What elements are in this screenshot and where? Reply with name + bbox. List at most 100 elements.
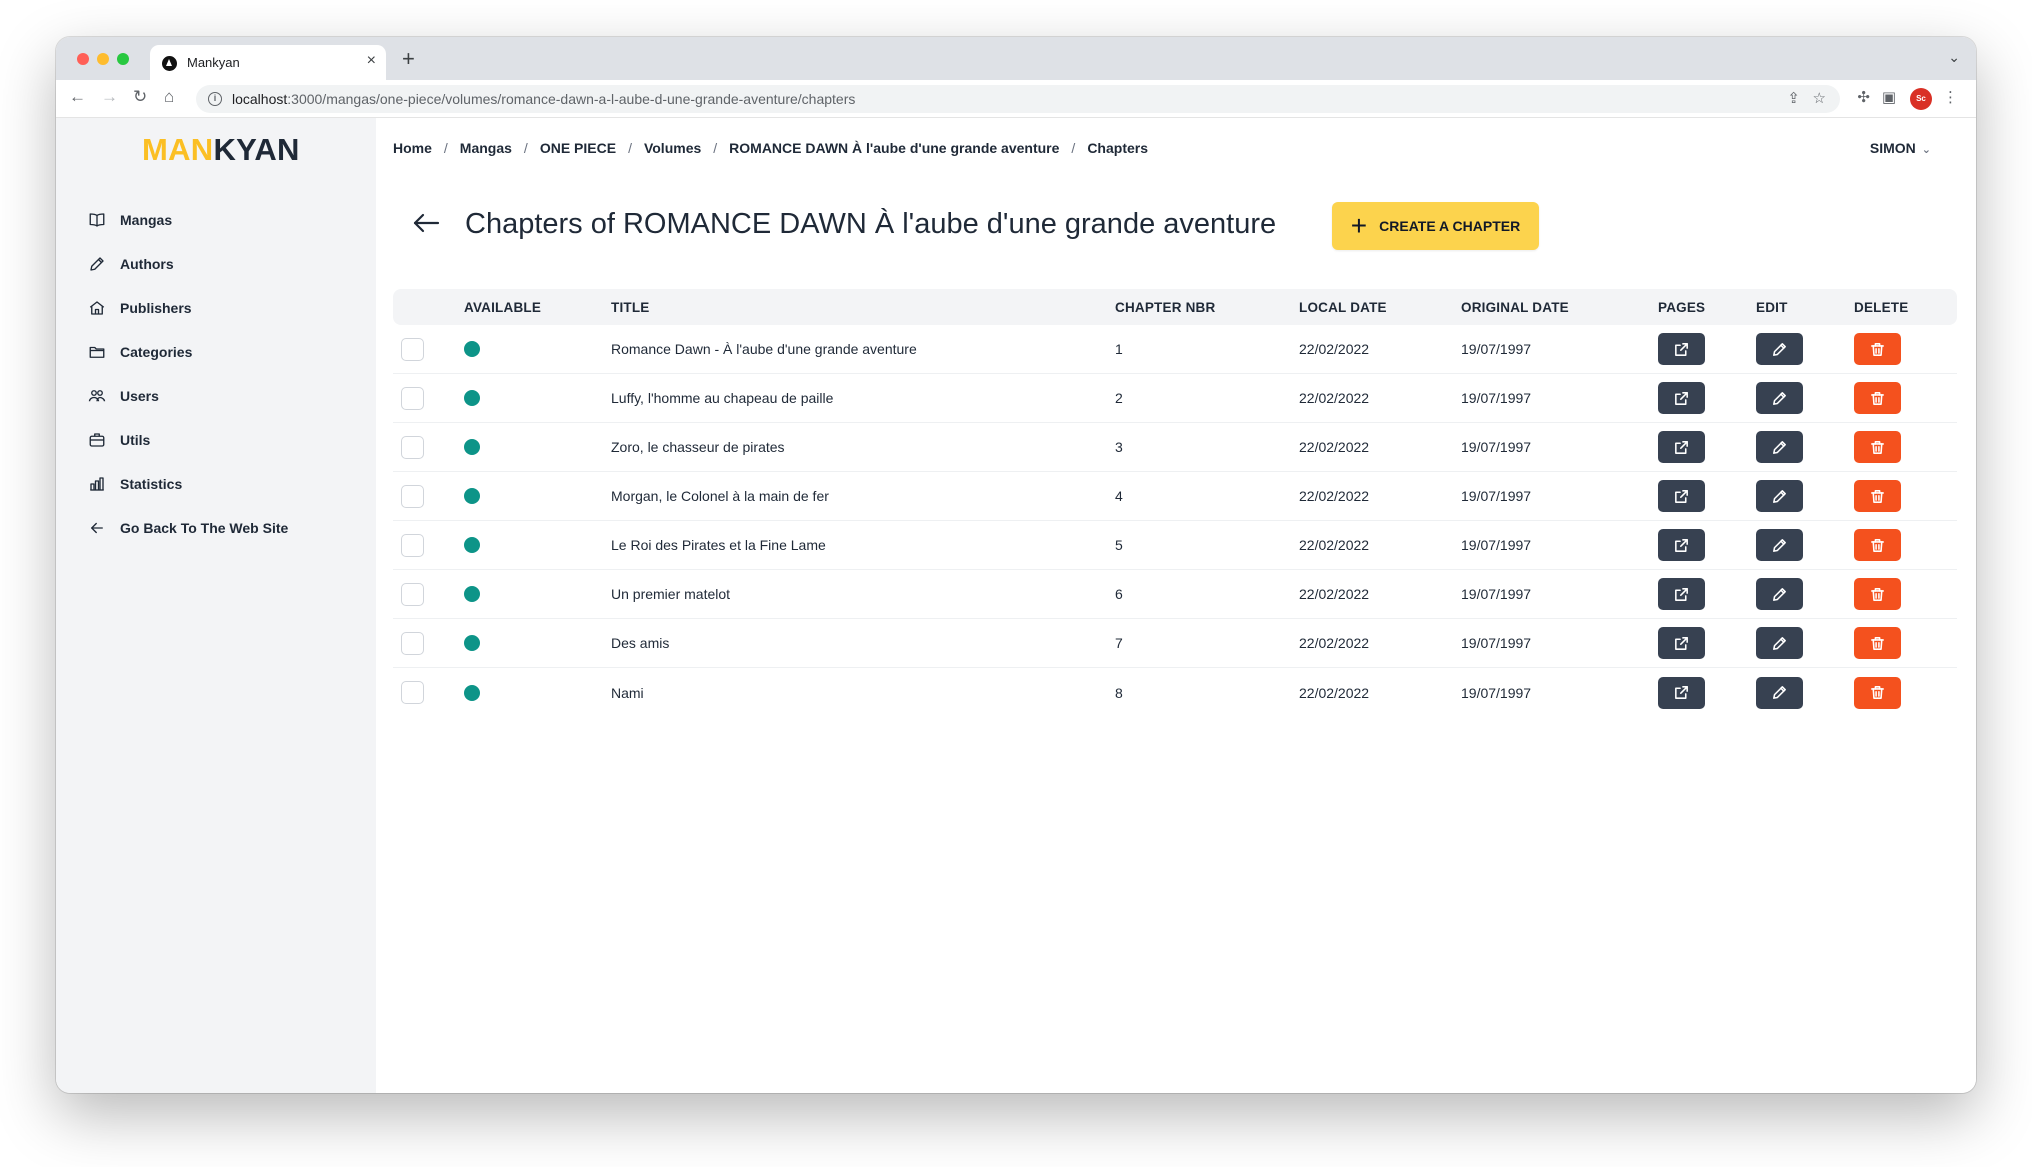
sidebar-item-categories[interactable]: Categories bbox=[88, 330, 348, 374]
users-icon bbox=[88, 390, 106, 402]
user-menu[interactable]: SIMON ⌄ bbox=[1870, 140, 1931, 156]
breadcrumb-home[interactable]: Home bbox=[393, 140, 432, 156]
sidebar-item-utils[interactable]: Utils bbox=[88, 418, 348, 462]
trash-icon bbox=[1871, 686, 1884, 699]
edit-button[interactable] bbox=[1756, 431, 1803, 463]
edit-button[interactable] bbox=[1756, 480, 1803, 512]
breadcrumb-mangas[interactable]: Mangas bbox=[460, 140, 512, 156]
bar-chart-icon bbox=[90, 477, 104, 491]
local-date: 22/02/2022 bbox=[1299, 635, 1370, 651]
bookmark-star-icon[interactable]: ☆ bbox=[1813, 89, 1826, 107]
arrow-left-icon bbox=[91, 522, 103, 534]
pages-cell bbox=[1658, 382, 1756, 414]
sidebar-item-authors[interactable]: Authors bbox=[88, 242, 348, 286]
row-checkbox[interactable] bbox=[401, 435, 424, 459]
row-checkbox[interactable] bbox=[401, 681, 424, 704]
delete-button[interactable] bbox=[1854, 431, 1901, 463]
row-checkbox[interactable] bbox=[401, 631, 424, 655]
breadcrumb-separator: / bbox=[628, 140, 632, 156]
back-arrow-icon[interactable] bbox=[412, 212, 440, 234]
forward-arrow-icon[interactable]: → bbox=[101, 87, 118, 107]
sidebar-item-users[interactable]: Users bbox=[88, 374, 348, 418]
edit-button[interactable] bbox=[1756, 676, 1803, 709]
sidebar: MANKYAN Mangas Authors Publishers Catego… bbox=[56, 118, 376, 1093]
edit-button[interactable] bbox=[1756, 529, 1803, 561]
available-status-dot bbox=[464, 390, 480, 406]
folder-icon bbox=[89, 346, 105, 358]
row-checkbox[interactable] bbox=[401, 337, 424, 361]
pages-button[interactable] bbox=[1658, 529, 1705, 561]
sidebar-item-go-back[interactable]: Go Back To The Web Site bbox=[88, 506, 348, 550]
extensions-icon[interactable]: ✣ bbox=[1857, 88, 1870, 106]
pages-button[interactable] bbox=[1658, 333, 1705, 365]
table-row: Luffy, l'homme au chapeau de paille 2 22… bbox=[393, 374, 1957, 423]
chapter-number: 3 bbox=[1115, 439, 1123, 455]
breadcrumb-volume[interactable]: ROMANCE DAWN À l'aube d'une grande avent… bbox=[729, 140, 1059, 156]
home-icon bbox=[89, 301, 105, 315]
sidebar-item-mangas[interactable]: Mangas bbox=[88, 198, 348, 242]
address-bar[interactable]: i localhost:3000/mangas/one-piece/volume… bbox=[196, 85, 1840, 113]
page-title: Chapters of ROMANCE DAWN À l'aube d'une … bbox=[465, 208, 1277, 240]
pages-button[interactable] bbox=[1658, 431, 1705, 463]
share-icon[interactable]: ⇪ bbox=[1787, 89, 1800, 107]
pages-button[interactable] bbox=[1658, 578, 1705, 610]
breadcrumb-separator: / bbox=[443, 140, 448, 156]
side-panel-icon[interactable]: ▣ bbox=[1882, 88, 1896, 106]
edit-button[interactable] bbox=[1756, 382, 1803, 414]
select-cell bbox=[393, 386, 464, 410]
chapter-number: 6 bbox=[1115, 586, 1123, 602]
edit-button[interactable] bbox=[1756, 333, 1803, 365]
delete-button[interactable] bbox=[1854, 382, 1901, 414]
delete-button[interactable] bbox=[1854, 676, 1901, 709]
sidebar-item-statistics[interactable]: Statistics bbox=[88, 462, 348, 506]
sidebar-item-label: Publishers bbox=[120, 300, 192, 316]
minimize-window-button[interactable] bbox=[97, 53, 109, 65]
trash-icon bbox=[1871, 538, 1884, 552]
tab-strip: Mankyan × + ⌄ bbox=[56, 37, 1976, 80]
row-checkbox[interactable] bbox=[401, 533, 424, 557]
row-checkbox[interactable] bbox=[401, 484, 424, 508]
original-date: 19/07/1997 bbox=[1461, 537, 1532, 553]
breadcrumb-volumes[interactable]: Volumes bbox=[644, 140, 701, 156]
row-checkbox[interactable] bbox=[401, 386, 424, 410]
home-icon[interactable]: ⌂ bbox=[164, 87, 174, 107]
maximize-window-button[interactable] bbox=[117, 53, 129, 65]
create-chapter-button[interactable]: + CREATE A CHAPTER bbox=[1332, 202, 1539, 250]
select-cell bbox=[393, 582, 464, 606]
pages-button[interactable] bbox=[1658, 676, 1705, 709]
reload-icon[interactable]: ↻ bbox=[133, 87, 147, 107]
tab-close-icon[interactable]: × bbox=[367, 52, 376, 70]
delete-cell bbox=[1854, 333, 1957, 365]
breadcrumb-separator: / bbox=[713, 140, 718, 156]
edit-button[interactable] bbox=[1756, 627, 1803, 659]
back-arrow-icon[interactable]: ← bbox=[69, 87, 86, 107]
pages-button[interactable] bbox=[1658, 382, 1705, 414]
browser-tab[interactable]: Mankyan × bbox=[150, 45, 386, 80]
delete-button[interactable] bbox=[1854, 578, 1901, 610]
header-delete: DELETE bbox=[1854, 299, 1909, 315]
delete-button[interactable] bbox=[1854, 333, 1901, 365]
pages-button[interactable] bbox=[1658, 627, 1705, 659]
url-text[interactable]: localhost:3000/mangas/one-piece/volumes/… bbox=[232, 91, 855, 107]
tab-title: Mankyan bbox=[187, 55, 240, 70]
new-tab-button[interactable]: + bbox=[402, 46, 415, 72]
chevron-down-icon: ⌄ bbox=[1921, 144, 1931, 156]
tab-search-chevron-icon[interactable]: ⌄ bbox=[1948, 49, 1960, 66]
delete-button[interactable] bbox=[1854, 480, 1901, 512]
header-chapter-nbr: CHAPTER NBR bbox=[1115, 299, 1216, 315]
close-window-button[interactable] bbox=[77, 53, 89, 65]
table-row: Morgan, le Colonel à la main de fer 4 22… bbox=[393, 472, 1957, 521]
delete-button[interactable] bbox=[1854, 627, 1901, 659]
breadcrumb-manga[interactable]: ONE PIECE bbox=[540, 140, 616, 156]
edit-button[interactable] bbox=[1756, 578, 1803, 610]
profile-avatar[interactable]: Sc bbox=[1910, 88, 1932, 110]
sidebar-item-publishers[interactable]: Publishers bbox=[88, 286, 348, 330]
pages-cell bbox=[1658, 480, 1756, 512]
row-checkbox[interactable] bbox=[401, 582, 424, 606]
logo[interactable]: MANKYAN bbox=[142, 132, 300, 168]
browser-menu-icon[interactable]: ⋮ bbox=[1943, 88, 1958, 106]
breadcrumb-chapters[interactable]: Chapters bbox=[1087, 140, 1148, 156]
pages-button[interactable] bbox=[1658, 480, 1705, 512]
delete-button[interactable] bbox=[1854, 529, 1901, 561]
site-info-icon[interactable]: i bbox=[208, 92, 222, 106]
